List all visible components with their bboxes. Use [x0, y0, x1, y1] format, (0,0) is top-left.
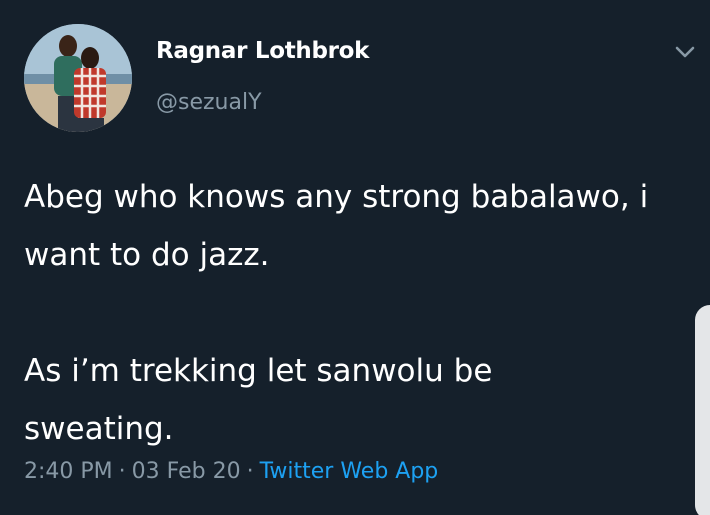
author-display-name[interactable]: Ragnar Lothbrok	[156, 38, 369, 64]
tweet-paragraph: Abeg who knows any strong babalawo, i wa…	[24, 179, 649, 273]
author-handle[interactable]: @sezualY	[156, 90, 262, 115]
tweet-text: Abeg who knows any strong babalawo, i wa…	[24, 168, 694, 458]
tweet-time[interactable]: 2:40 PM	[24, 459, 113, 484]
tweet-paragraph: As i’m trekking let sanwolu be sweating.	[24, 353, 493, 447]
chevron-down-icon[interactable]	[670, 40, 700, 66]
avatar[interactable]	[24, 24, 132, 132]
tweet-card: Ragnar Lothbrok @sezualY Abeg who knows …	[0, 0, 710, 515]
tweet-source-link[interactable]: Twitter Web App	[260, 459, 439, 484]
avatar-photo	[24, 24, 132, 132]
meta-separator: ·	[118, 459, 126, 484]
meta-separator: ·	[246, 459, 254, 484]
tweet-date[interactable]: 03 Feb 20	[132, 459, 241, 484]
tweet-meta: 2:40 PM · 03 Feb 20 · Twitter Web App	[24, 459, 438, 484]
scroll-handle[interactable]	[695, 305, 710, 515]
